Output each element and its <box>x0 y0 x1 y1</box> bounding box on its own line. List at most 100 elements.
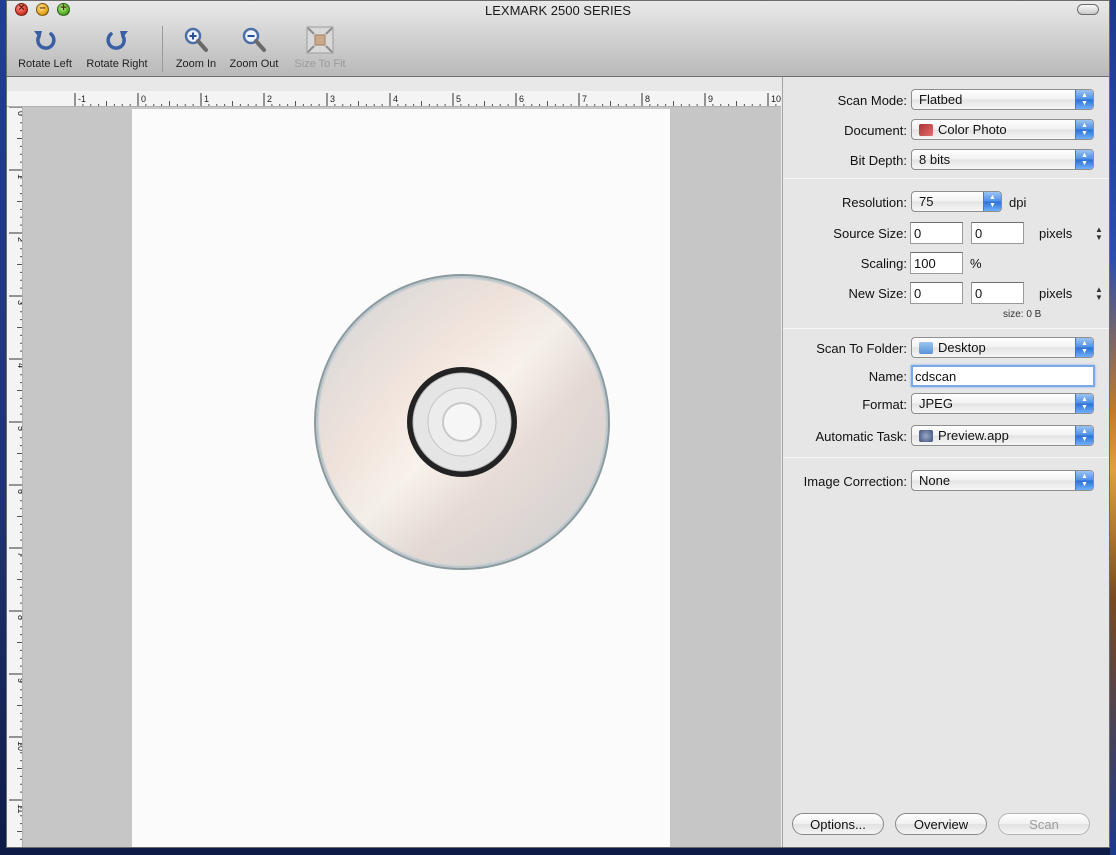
ruler-label: 1 <box>16 174 23 179</box>
new-size-label: New Size: <box>848 286 907 301</box>
popup-arrows-icon: ▲ ▼ <box>1075 471 1093 490</box>
ruler-label: 2 <box>16 237 23 242</box>
desktop-edge <box>1110 0 1116 855</box>
ruler-label: 3 <box>16 300 23 305</box>
ruler-label: 4 <box>16 363 23 368</box>
ruler-label: 9 <box>16 678 23 683</box>
overview-button[interactable]: Overview <box>895 813 987 835</box>
scanner-window: × – + LEXMARK 2500 SERIES Rotate Left Ro… <box>6 0 1110 848</box>
scan-mode-popup[interactable]: Flatbed ▲ ▼ <box>911 89 1094 110</box>
toolbar-toggle-button[interactable] <box>1077 4 1099 15</box>
bit-depth-label: Bit Depth: <box>849 153 907 168</box>
ruler-label: 8 <box>16 615 23 620</box>
folder-popup[interactable]: Desktop ▲ ▼ <box>911 337 1094 358</box>
bit-depth-popup[interactable]: 8 bits ▲ ▼ <box>911 149 1094 170</box>
ruler-label: 3 <box>330 94 335 104</box>
ruler-label: 10 <box>16 741 23 751</box>
document-value: Color Photo <box>938 122 1007 137</box>
automatic-task-label: Automatic Task: <box>815 429 907 444</box>
options-button[interactable]: Options... <box>792 813 884 835</box>
vertical-ruler: 0 1 2 3 4 5 6 7 8 9 10 11 <box>7 107 23 847</box>
folder-icon <box>919 342 933 354</box>
ruler-label: 7 <box>16 552 23 557</box>
ruler-label: 6 <box>519 94 524 104</box>
ruler-label: 2 <box>267 94 272 104</box>
ruler-label: 1 <box>204 94 209 104</box>
source-width-field[interactable]: 0 <box>910 222 963 244</box>
rotate-right-icon <box>106 31 128 50</box>
automatic-task-value: Preview.app <box>938 428 1009 443</box>
section-divider <box>783 457 1109 458</box>
new-unit-stepper[interactable]: ▲ ▼ <box>1095 286 1103 302</box>
popup-arrows-icon: ▲ ▼ <box>1075 338 1093 357</box>
zoom-in-label: Zoom In <box>175 58 217 70</box>
format-label: Format: <box>862 397 907 412</box>
format-row: Format: JPEG ▲ ▼ <box>783 393 1109 417</box>
bit-depth-row: Bit Depth: 8 bits ▲ ▼ <box>783 149 1109 173</box>
toolbar-separator <box>162 26 163 72</box>
size-to-fit-button[interactable]: Size To Fit <box>290 25 350 70</box>
image-correction-popup[interactable]: None ▲ ▼ <box>911 470 1094 491</box>
rotate-left-button[interactable]: Rotate Left <box>15 25 75 70</box>
horizontal-ruler: -1 0 1 2 3 4 5 6 7 8 9 10 <box>7 91 781 107</box>
section-divider <box>783 178 1109 179</box>
scan-mode-value: Flatbed <box>919 92 963 107</box>
zoom-in-icon <box>184 27 208 52</box>
image-correction-row: Image Correction: None ▲ ▼ <box>783 470 1109 494</box>
folder-value: Desktop <box>938 340 986 355</box>
popup-arrows-icon: ▲ ▼ <box>1075 90 1093 109</box>
ruler-label: -1 <box>78 94 86 104</box>
ruler-label: 5 <box>456 94 461 104</box>
zoom-out-label: Zoom Out <box>229 58 279 70</box>
scaling-row: Scaling: 100 % <box>783 252 1109 276</box>
cd-disc-image <box>314 274 610 570</box>
window-title: LEXMARK 2500 SERIES <box>485 3 631 18</box>
folder-label: Scan To Folder: <box>816 341 907 356</box>
source-size-unit: pixels <box>1039 226 1073 241</box>
resolution-row: Resolution: 75 ▲ ▼ dpi <box>783 191 1109 215</box>
rotate-right-button[interactable]: Rotate Right <box>82 25 152 70</box>
zoom-in-button[interactable]: Zoom In <box>171 25 221 70</box>
preview-app-icon <box>919 430 933 442</box>
name-label: Name: <box>868 369 907 384</box>
document-popup[interactable]: Color Photo ▲ ▼ <box>911 119 1094 140</box>
source-height-field[interactable]: 0 <box>971 222 1024 244</box>
source-size-label: Source Size: <box>833 226 907 241</box>
rotate-right-label: Rotate Right <box>86 58 148 70</box>
new-size-unit: pixels <box>1039 286 1073 301</box>
source-unit-stepper[interactable]: ▲ ▼ <box>1095 226 1103 242</box>
popup-arrows-icon: ▲ ▼ <box>1075 120 1093 139</box>
ruler-label: 0 <box>16 111 23 116</box>
resolution-label: Resolution: <box>841 195 907 210</box>
scan-button[interactable]: Scan <box>998 813 1090 835</box>
ruler-label: 10 <box>771 94 781 104</box>
image-correction-label: Image Correction: <box>803 474 907 489</box>
name-field[interactable]: cdscan <box>911 365 1095 387</box>
source-size-row: Source Size: 0 0 pixels ▲ ▼ <box>783 222 1109 246</box>
resolution-value: 75 <box>919 194 934 209</box>
rotate-left-icon <box>34 31 56 50</box>
new-width-field[interactable]: 0 <box>910 282 963 304</box>
document-label: Document: <box>844 123 907 138</box>
scaling-field[interactable]: 100 <box>910 252 963 274</box>
resolution-combo[interactable]: 75 ▲ ▼ <box>911 191 1002 212</box>
ruler-label: 8 <box>645 94 650 104</box>
file-size-info: size: 0 B <box>1003 309 1042 320</box>
size-to-fit-label: Size To Fit <box>294 58 346 70</box>
scanned-page[interactable] <box>132 109 670 847</box>
bit-depth-value: 8 bits <box>919 152 951 167</box>
ruler-label: 4 <box>393 94 398 104</box>
automatic-task-row: Automatic Task: Preview.app ▲ ▼ <box>783 425 1109 449</box>
folder-row: Scan To Folder: Desktop ▲ ▼ <box>783 337 1109 361</box>
ruler-label: 9 <box>708 94 713 104</box>
new-height-field[interactable]: 0 <box>971 282 1024 304</box>
format-popup[interactable]: JPEG ▲ ▼ <box>911 393 1094 414</box>
scan-mode-label: Scan Mode: <box>837 93 907 108</box>
size-to-fit-icon <box>306 26 334 54</box>
popup-arrows-icon: ▲ ▼ <box>1075 150 1093 169</box>
zoom-out-icon <box>242 27 266 52</box>
ruler-label: 7 <box>582 94 587 104</box>
name-row: Name: cdscan <box>783 365 1109 389</box>
zoom-out-button[interactable]: Zoom Out <box>226 25 282 70</box>
automatic-task-popup[interactable]: Preview.app ▲ ▼ <box>911 425 1094 446</box>
